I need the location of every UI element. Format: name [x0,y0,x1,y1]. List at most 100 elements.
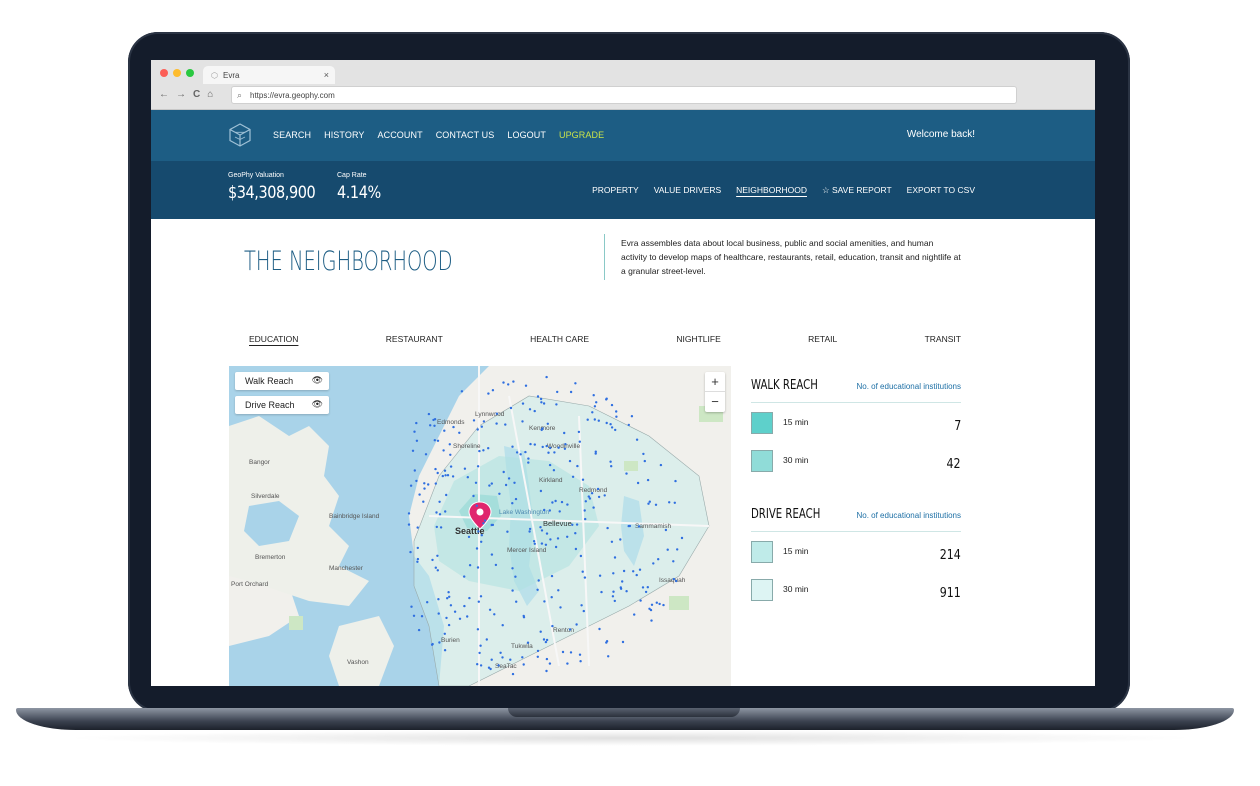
poi-dot [639,599,642,602]
zoom-controls: + − [705,372,725,412]
poi-dot [590,492,594,495]
minimize-window-button[interactable] [173,69,181,77]
poi-dot [515,451,519,454]
poi-dot [659,463,663,467]
poi-dot [511,672,515,676]
tab-value-drivers[interactable]: VALUE DRIVERS [654,185,721,196]
menu-history[interactable]: HISTORY [324,130,364,140]
home-icon[interactable]: ⌂ [207,89,213,100]
back-icon[interactable]: ← [159,89,169,100]
close-window-button[interactable] [160,69,168,77]
map-canvas[interactable]: Edmonds Lynnwood Shoreline Woodinville K… [229,366,731,686]
poi-dot [476,566,480,569]
poi-dot [524,450,527,454]
poi-dot [466,615,469,618]
category-retail[interactable]: RETAIL [808,334,837,344]
poi-dot [581,570,584,573]
category-education[interactable]: EDUCATION [249,334,298,344]
export-csv-button[interactable]: EXPORT TO CSV [907,185,975,196]
map-park [624,461,638,471]
poi-dot [587,495,590,498]
poi-dot [446,474,450,477]
poi-dot [447,591,450,594]
poi-dot [557,589,560,592]
poi-dot [569,651,573,654]
poi-dot [479,664,483,667]
poi-dot [436,439,440,442]
drive-reach-toggle[interactable]: Drive Reach 👁 [235,396,329,414]
poi-dot [664,528,668,532]
row-value: 7 [953,419,961,434]
cap-rate-value: 4.14% [337,183,381,203]
neighborhood-map[interactable]: Edmonds Lynnwood Shoreline Woodinville K… [229,366,731,686]
evra-logo-icon[interactable] [229,123,251,147]
menu-logout[interactable]: LOGOUT [507,130,546,140]
poi-dot [643,459,646,463]
poi-dot [407,512,411,515]
poi-dot [674,479,677,483]
poi-dot [566,535,569,538]
tab-neighborhood[interactable]: NEIGHBORHOOD [736,185,807,196]
poi-dot [438,500,441,503]
poi-dot [598,574,602,577]
poi-dot [545,669,548,673]
poi-dot [536,655,539,658]
zoom-in-button[interactable]: + [705,372,725,392]
poi-dot [539,397,543,401]
category-transit[interactable]: TRANSIT [925,334,961,344]
poi-dot [638,568,642,571]
poi-dot [612,590,615,593]
laptop-notch [508,708,740,717]
menu-contact-us[interactable]: CONTACT US [436,130,495,140]
search-icon: ⌕ [237,90,243,100]
poi-dot [434,566,437,569]
address-bar[interactable]: ⌕ https://evra.geophy.com [231,86,1017,104]
drive-reach-panel: DRIVE REACH No. of educational instituti… [751,507,961,608]
poi-dot [411,449,415,452]
report-header: GeoPhy Valuation $34,308,900 Cap Rate 4.… [151,161,1095,219]
poi-dot [476,465,480,468]
poi-dot [536,395,540,398]
poi-dot [445,616,448,620]
poi-dot [460,390,464,393]
poi-dot [487,447,490,450]
tab-property[interactable]: PROPERTY [592,185,639,196]
eye-icon[interactable]: 👁 [312,375,323,386]
poi-dot [593,405,597,408]
poi-dot [509,658,512,661]
poi-dot [416,546,419,550]
forward-icon[interactable]: → [176,89,186,100]
eye-icon[interactable]: 👁 [312,399,323,410]
poi-dot [646,586,649,589]
menu-upgrade[interactable]: UPGRADE [559,130,604,140]
category-restaurant[interactable]: RESTAURANT [386,334,443,344]
laptop-shadow [60,730,1200,746]
poi-dot [522,663,525,666]
reload-icon[interactable]: C [193,89,200,100]
poi-dot [609,423,612,426]
valuation-label: GeoPhy Valuation [228,172,284,179]
poi-dot [533,409,536,413]
browser-tab[interactable]: ⬡ Evra × [203,66,335,84]
poi-dot [592,394,595,397]
close-tab-icon[interactable]: × [324,70,329,80]
poi-dot [561,650,565,654]
poi-dot [443,632,446,635]
save-report-button[interactable]: ☆ SAVE REPORT [822,185,892,196]
category-health-care[interactable]: HEALTH CARE [530,334,589,344]
walk-reach-toggle[interactable]: Walk Reach 👁 [235,372,329,390]
menu-account[interactable]: ACCOUNT [378,130,423,140]
map-label-tukwila: Tukwila [511,643,533,650]
poi-dot [472,494,475,498]
menu-search[interactable]: SEARCH [273,130,311,140]
zoom-out-button[interactable]: − [705,392,725,412]
poi-dot [550,574,554,578]
color-swatch [751,579,773,601]
map-label-bangor: Bangor [249,459,271,466]
category-nightlife[interactable]: NIGHTLIFE [676,334,720,344]
poi-dot [467,535,471,539]
poi-dot [571,523,574,526]
poi-dot [658,602,661,606]
maximize-window-button[interactable] [186,69,194,77]
poi-dot [514,575,517,578]
